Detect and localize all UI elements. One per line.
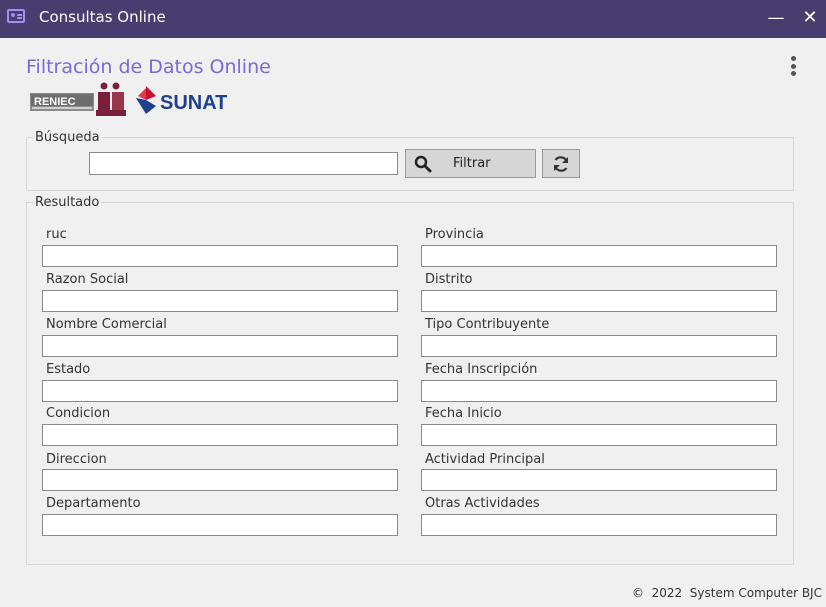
nombre-comercial-field[interactable] (42, 335, 398, 357)
more-options-icon[interactable] (786, 56, 800, 76)
field-label-razon-social: Razon Social (46, 272, 129, 287)
actividad-principal-field[interactable] (421, 469, 777, 491)
ruc-field[interactable] (42, 245, 398, 267)
direccion-field[interactable] (42, 469, 398, 491)
field-label-condicion: Condicion (46, 406, 111, 421)
estado-field[interactable] (42, 380, 398, 402)
field-label-departamento: Departamento (46, 496, 141, 511)
field-label-otras-actividades: Otras Actividades (425, 496, 540, 511)
condicion-field[interactable] (42, 424, 398, 446)
reniec-logo: RENIEC (30, 82, 126, 116)
result-legend: Resultado (35, 195, 100, 210)
filter-button-label: Filtrar (453, 156, 491, 171)
field-label-nombre-comercial: Nombre Comercial (46, 317, 167, 332)
sunat-logo-text: SUNAT (160, 92, 227, 114)
field-label-ruc: ruc (46, 227, 67, 242)
title-bar: Consultas Online — ✕ (0, 0, 826, 38)
otras-actividades-field[interactable] (421, 514, 777, 536)
refresh-button[interactable] (542, 149, 580, 178)
close-button[interactable]: ✕ (798, 6, 822, 30)
footer-copyright: © 2022 System Computer BJC (632, 586, 822, 600)
reniec-logo-text: RENIEC (34, 96, 76, 108)
filter-button[interactable]: Filtrar (405, 149, 536, 178)
sunat-logo: SUNAT (136, 86, 227, 114)
tipo-contribuyente-field[interactable] (421, 335, 777, 357)
minimize-button[interactable]: — (764, 6, 788, 30)
provincia-field[interactable] (421, 245, 777, 267)
field-label-tipo-contribuyente: Tipo Contribuyente (425, 317, 550, 332)
field-label-direccion: Direccion (46, 452, 107, 467)
field-label-distrito: Distrito (425, 272, 473, 287)
search-input[interactable] (89, 152, 398, 175)
window-title: Consultas Online (39, 8, 166, 26)
distrito-field[interactable] (421, 290, 777, 312)
field-label-provincia: Provincia (425, 227, 484, 242)
fecha-inicio-field[interactable] (421, 424, 777, 446)
fecha-inscripcion-field[interactable] (421, 380, 777, 402)
field-label-estado: Estado (46, 362, 91, 377)
page-title: Filtración de Datos Online (26, 56, 271, 78)
search-legend: Búsqueda (35, 130, 100, 145)
departamento-field[interactable] (42, 514, 398, 536)
search-icon (414, 155, 432, 173)
field-label-actividad-principal: Actividad Principal (425, 452, 545, 467)
field-label-fecha-inscripcion: Fecha Inscripción (425, 362, 538, 377)
app-id-card-icon (7, 9, 25, 23)
field-label-fecha-inicio: Fecha Inicio (425, 406, 502, 421)
razon-social-field[interactable] (42, 290, 398, 312)
refresh-icon (553, 156, 569, 172)
